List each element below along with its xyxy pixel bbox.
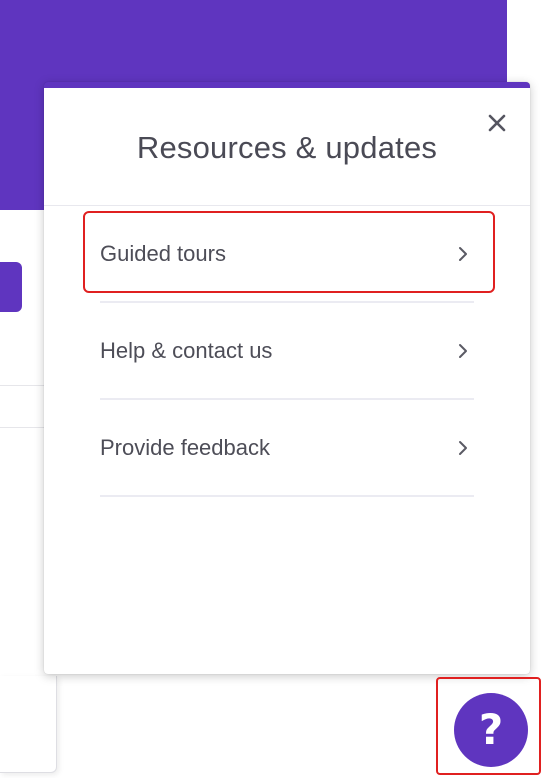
resources-panel: Resources & updates Guided tours Help & … [44, 82, 530, 674]
menu-item-label: Help & contact us [100, 337, 273, 363]
close-icon [488, 114, 506, 132]
resources-menu: Guided tours Help & contact us Provide f… [100, 206, 474, 497]
chevron-right-icon [459, 343, 467, 358]
menu-item-provide-feedback[interactable]: Provide feedback [100, 400, 474, 497]
background-divider [0, 385, 44, 386]
close-button[interactable] [484, 110, 510, 136]
question-mark-icon: ? [478, 705, 504, 754]
background-divider [0, 427, 44, 428]
background-card [0, 676, 57, 773]
background-action-button[interactable] [0, 262, 22, 312]
menu-item-label: Guided tours [100, 240, 226, 266]
help-button[interactable]: ? [454, 693, 528, 767]
menu-item-guided-tours[interactable]: Guided tours [100, 206, 474, 303]
chevron-right-icon [459, 440, 467, 455]
screen: Resources & updates Guided tours Help & … [0, 0, 543, 778]
menu-item-label: Provide feedback [100, 434, 270, 460]
panel-title: Resources & updates [136, 130, 438, 165]
chevron-right-icon [459, 246, 467, 261]
menu-item-help-contact[interactable]: Help & contact us [100, 303, 474, 400]
